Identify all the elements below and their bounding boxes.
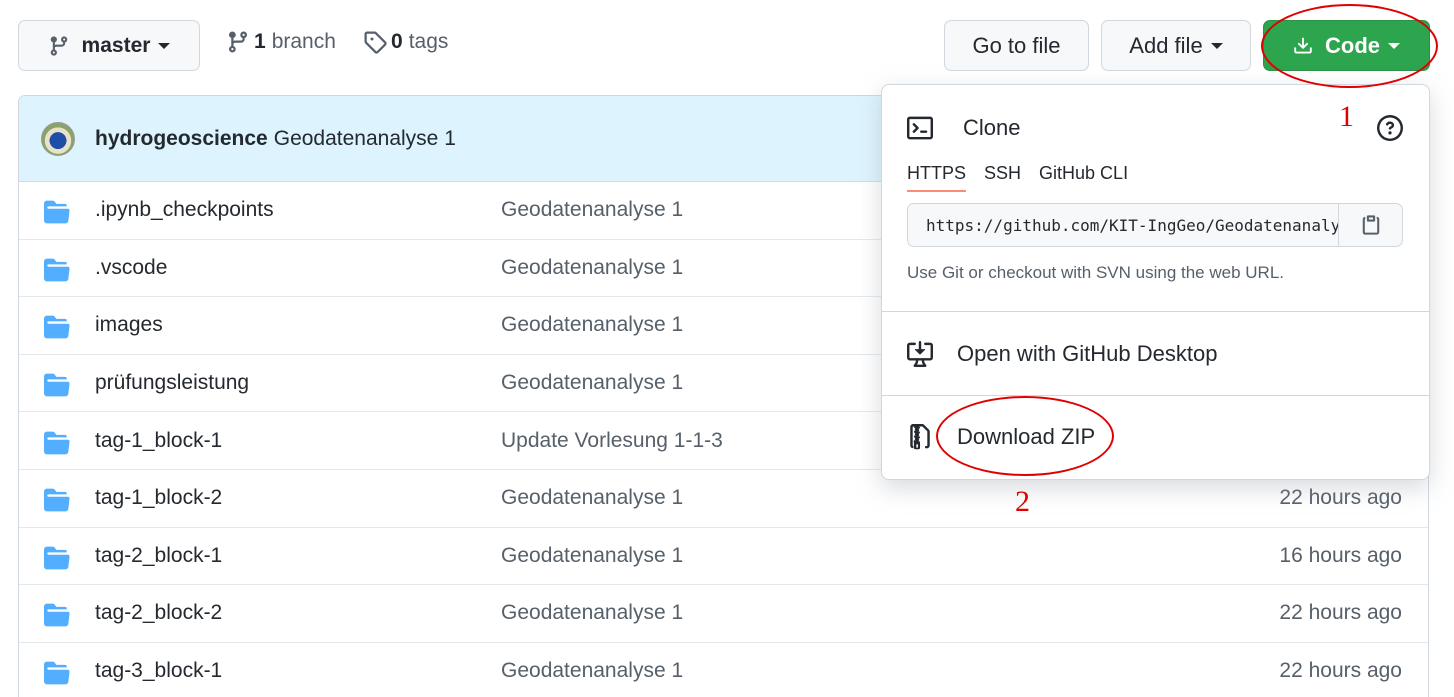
file-name[interactable]: tag-2_block-1	[95, 544, 222, 568]
commit-message-cell[interactable]: Geodatenanalyse 1	[501, 544, 683, 568]
commit-age: 16 hours ago	[1279, 543, 1402, 567]
clone-title: Clone	[963, 115, 1021, 140]
commit-message-cell[interactable]: Geodatenanalyse 1	[501, 371, 683, 395]
folder-icon	[44, 430, 70, 455]
commit-message-cell[interactable]: Geodatenanalyse 1	[501, 256, 683, 280]
clone-header: Clone	[907, 115, 1020, 141]
open-desktop-item[interactable]: Open with GitHub Desktop	[907, 341, 1217, 367]
file-zip-icon	[910, 424, 930, 450]
branches-link[interactable]: 1 branch	[226, 30, 336, 54]
commit-message-cell[interactable]: Update Vorlesung 1-1-3	[501, 429, 723, 453]
clone-hint: Use Git or checkout with SVN using the w…	[907, 263, 1284, 282]
menu-divider	[882, 311, 1429, 312]
copy-button[interactable]	[1338, 204, 1402, 246]
file-name[interactable]: .ipynb_checkpoints	[95, 198, 274, 222]
commit-message-cell[interactable]: Geodatenanalyse 1	[501, 313, 683, 337]
table-row[interactable]: tag-2_block-1 Geodatenanalyse 1 16 hours a…	[19, 528, 1428, 586]
tag-icon	[364, 31, 387, 54]
commit-message-cell[interactable]: Geodatenanalyse 1	[501, 601, 683, 625]
add-file-label: Add file	[1129, 32, 1203, 58]
clone-url-group	[907, 203, 1403, 247]
copy-icon	[1362, 215, 1379, 235]
folder-icon	[44, 257, 70, 282]
file-name[interactable]: .vscode	[95, 256, 167, 280]
commit-age: 22 hours ago	[1279, 601, 1402, 625]
commit-age: 22 hours ago	[1279, 659, 1402, 683]
open-desktop-label: Open with GitHub Desktop	[957, 341, 1218, 366]
question-icon[interactable]	[1377, 115, 1403, 141]
file-name[interactable]: prüfungsleistung	[95, 371, 249, 395]
table-row[interactable]: tag-2_block-2 Geodatenanalyse 1 22 hours a…	[19, 585, 1428, 643]
folder-icon	[44, 199, 70, 224]
add-file-button[interactable]: Add file	[1101, 20, 1251, 71]
desktop-download-icon	[907, 341, 933, 367]
commit-message[interactable]: Geodatenanalyse 1	[274, 127, 456, 151]
branch-select-button[interactable]: master	[18, 20, 200, 71]
tags-link[interactable]: 0 tags	[363, 30, 448, 54]
file-name[interactable]: tag-1_block-2	[95, 486, 222, 510]
folder-icon	[44, 660, 70, 685]
folder-icon	[44, 314, 70, 339]
chevron-down-icon	[1210, 42, 1223, 49]
avatar[interactable]	[41, 121, 75, 156]
branch-word: branch	[271, 30, 336, 53]
commit-message-cell[interactable]: Geodatenanalyse 1	[501, 198, 683, 222]
terminal-icon	[907, 116, 933, 140]
tag-word: tags	[408, 30, 449, 53]
highlight-ellipse-download	[936, 396, 1114, 476]
clone-url-input[interactable]	[908, 204, 1338, 246]
go-to-file-button[interactable]: Go to file	[944, 20, 1089, 71]
go-to-file-label: Go to file	[972, 32, 1061, 58]
commit-message-cell[interactable]: Geodatenanalyse 1	[501, 659, 683, 683]
tab-ssh[interactable]: SSH	[984, 163, 1021, 192]
step-number-1: 1	[1339, 100, 1354, 133]
chevron-down-icon	[158, 42, 171, 49]
folder-icon	[44, 545, 70, 570]
file-name[interactable]: tag-2_block-2	[95, 601, 222, 625]
menu-divider	[882, 395, 1429, 396]
file-name[interactable]: tag-3_block-1	[95, 659, 222, 683]
branch-count: 1	[254, 30, 266, 53]
git-branch-icon	[228, 31, 247, 53]
step-number-2: 2	[1015, 485, 1030, 518]
folder-icon	[44, 602, 70, 627]
commit-age: 22 hours ago	[1279, 486, 1402, 510]
folder-icon	[44, 372, 70, 397]
file-name[interactable]: images	[95, 313, 163, 337]
tag-count: 0	[391, 30, 403, 53]
commit-message-cell[interactable]: Geodatenanalyse 1	[501, 486, 683, 510]
git-branch-icon	[50, 35, 67, 56]
folder-icon	[44, 487, 70, 512]
branch-label: master	[81, 33, 151, 57]
table-row[interactable]: tag-3_block-1 Geodatenanalyse 1 22 hours a…	[19, 643, 1428, 697]
highlight-ellipse-code	[1261, 4, 1438, 88]
tab-https[interactable]: HTTPS	[907, 163, 967, 192]
file-name[interactable]: tag-1_block-1	[95, 429, 222, 453]
clone-tabs: HTTPS SSH GitHub CLI	[907, 163, 1146, 192]
commit-author[interactable]: hydrogeoscience	[95, 127, 268, 151]
tab-github-cli[interactable]: GitHub CLI	[1039, 163, 1128, 192]
